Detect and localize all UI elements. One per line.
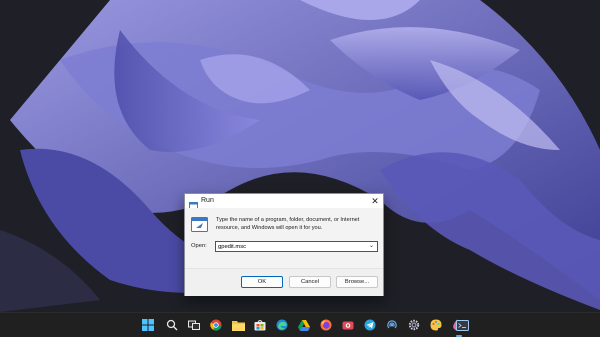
task-view-icon[interactable]	[187, 318, 201, 332]
taskbar	[0, 312, 600, 337]
run-app-icon	[191, 217, 208, 232]
camera-icon[interactable]	[341, 318, 355, 332]
podcast-icon[interactable]	[385, 318, 399, 332]
close-button[interactable]: ✕	[367, 194, 383, 208]
drive-icon[interactable]	[297, 318, 311, 332]
store-icon[interactable]	[253, 318, 267, 332]
dialog-title: Run	[201, 197, 214, 204]
edge-icon[interactable]	[275, 318, 289, 332]
terminal-icon[interactable]	[455, 318, 469, 332]
chevron-down-icon[interactable]: ⌄	[367, 242, 376, 251]
windows-start-icon[interactable]	[141, 318, 155, 332]
open-combobox[interactable]: ⌄	[215, 241, 378, 252]
open-input[interactable]	[218, 242, 358, 251]
chrome-icon[interactable]	[209, 318, 223, 332]
dialog-body: Type the name of a program, folder, docu…	[185, 208, 383, 268]
dialog-description: Type the name of a program, folder, docu…	[216, 217, 360, 231]
file-explorer-icon[interactable]	[231, 318, 245, 332]
telegram-icon[interactable]	[363, 318, 377, 332]
open-label: Open:	[191, 243, 207, 249]
dialog-titlebar[interactable]: Run ✕	[185, 194, 383, 210]
ok-button[interactable]: OK	[241, 276, 283, 288]
paint-icon[interactable]	[429, 318, 443, 332]
settings-icon[interactable]	[407, 318, 421, 332]
run-dialog: Run ✕ Type the name of a program, folder…	[184, 193, 384, 296]
cancel-button[interactable]: Cancel	[289, 276, 331, 288]
search-icon[interactable]	[165, 318, 179, 332]
run-title-icon	[189, 197, 198, 210]
dialog-button-bar: OK Cancel Browse...	[185, 268, 383, 296]
browse-button[interactable]: Browse...	[336, 276, 378, 288]
firefox-icon[interactable]	[319, 318, 333, 332]
